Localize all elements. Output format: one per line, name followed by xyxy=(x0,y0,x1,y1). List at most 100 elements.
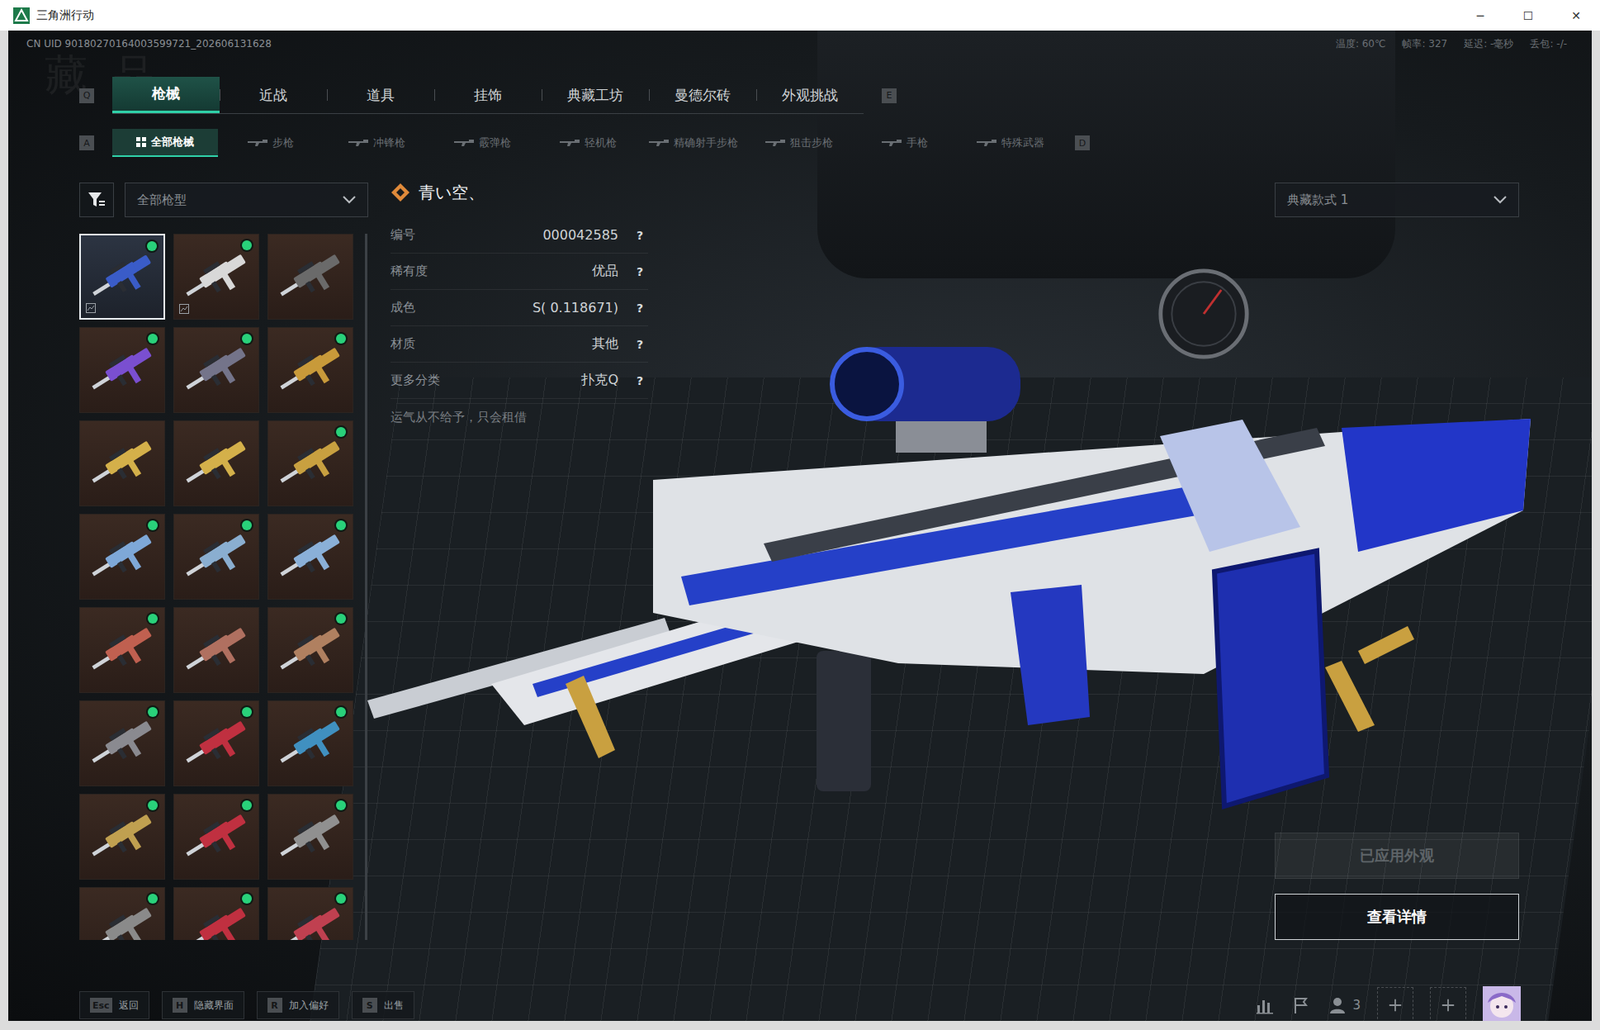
main-tab[interactable]: 挂饰 xyxy=(434,76,542,114)
skin-card[interactable] xyxy=(173,886,260,940)
gun-type-dropdown[interactable]: 全部枪型 xyxy=(124,182,369,218)
skin-card[interactable] xyxy=(173,420,260,507)
flag-icon[interactable] xyxy=(1291,994,1312,1015)
filter-icon xyxy=(86,189,107,210)
skin-card[interactable] xyxy=(79,513,166,600)
owned-dot xyxy=(147,613,158,624)
sub-tab[interactable]: 步枪 xyxy=(217,128,324,157)
help-button[interactable]: ? xyxy=(631,227,649,244)
owned-dot xyxy=(336,613,346,624)
screen: 三角洲行动 ─☐✕ 藏品 CN UID 90180270164003599721… xyxy=(0,0,1600,1030)
hint-button[interactable]: R 加入偏好 xyxy=(256,990,340,1019)
help-button[interactable]: ? xyxy=(631,372,649,389)
skin-card[interactable] xyxy=(267,886,354,940)
skin-card[interactable] xyxy=(267,513,354,600)
style-dropdown[interactable]: 典藏款式 1 xyxy=(1274,182,1520,218)
person-icon xyxy=(1327,994,1348,1015)
skin-card[interactable] xyxy=(173,606,260,693)
main-tab[interactable]: 典藏工坊 xyxy=(541,76,649,114)
owned-dot xyxy=(147,333,158,344)
skin-card[interactable] xyxy=(267,793,354,880)
skin-card[interactable] xyxy=(79,326,166,413)
grid-icon xyxy=(136,137,147,147)
skin-quote: 运气从不给予，只会租借 xyxy=(390,398,649,436)
gun-icon xyxy=(765,138,786,147)
skin-card[interactable] xyxy=(79,233,166,320)
skin-card[interactable] xyxy=(173,793,260,880)
skin-card[interactable] xyxy=(173,233,260,320)
scrollbar[interactable] xyxy=(364,233,368,940)
key-hint[interactable]: D xyxy=(1074,135,1090,151)
skin-card[interactable] xyxy=(79,700,166,786)
action-button[interactable]: 已应用外观 xyxy=(1274,832,1520,879)
friends-button[interactable]: 3 xyxy=(1327,994,1361,1015)
gun-thumbnail-icon xyxy=(271,237,350,316)
gun-icon xyxy=(559,138,580,147)
skin-card[interactable] xyxy=(79,420,166,507)
help-button[interactable]: ? xyxy=(631,336,649,353)
owned-dot xyxy=(241,706,252,717)
stat-text: 帧率: 327 xyxy=(1401,37,1448,52)
key-hint[interactable]: A xyxy=(79,135,95,151)
help-button[interactable]: ? xyxy=(631,263,649,280)
main-tab[interactable]: 枪械 xyxy=(112,76,220,114)
owned-dot xyxy=(336,426,346,437)
skin-card[interactable] xyxy=(267,420,354,507)
action-button[interactable]: 查看详情 xyxy=(1274,893,1520,940)
window-control[interactable]: ✕ xyxy=(1552,0,1600,31)
gun-icon xyxy=(648,138,669,147)
owned-dot xyxy=(336,893,346,904)
skin-card[interactable] xyxy=(79,793,166,880)
sub-tab[interactable]: 狙击步枪 xyxy=(746,128,853,157)
stat-text: 延迟: -毫秒 xyxy=(1463,37,1514,52)
sub-tab[interactable]: 霰弹枪 xyxy=(429,128,535,157)
help-button[interactable]: ? xyxy=(631,299,649,317)
key-hint[interactable]: Q xyxy=(79,88,95,104)
skin-card[interactable] xyxy=(79,886,166,940)
sub-tab[interactable]: 冲锋枪 xyxy=(323,128,430,157)
gun-icon xyxy=(976,138,997,147)
skin-card[interactable] xyxy=(173,326,260,413)
compass-icon xyxy=(1155,265,1252,362)
avatar-icon[interactable] xyxy=(1482,985,1521,1021)
skin-card[interactable] xyxy=(267,700,354,786)
skin-card[interactable] xyxy=(267,326,354,413)
main-tab[interactable]: 曼德尔砖 xyxy=(648,76,757,114)
main-tab[interactable]: 道具 xyxy=(326,76,435,114)
game-view: 藏品 CN UID 90180270164003599721_202606131… xyxy=(8,30,1592,1021)
sub-tab[interactable]: 精确射手步枪 xyxy=(640,128,747,157)
sub-tab[interactable]: 手枪 xyxy=(852,128,958,157)
gun-icon xyxy=(881,138,902,147)
stats-chart-icon[interactable] xyxy=(1254,994,1275,1015)
window-control[interactable]: ☐ xyxy=(1504,0,1553,31)
hint-button[interactable]: Esc 返回 xyxy=(79,990,150,1019)
skin-card[interactable] xyxy=(173,513,260,600)
main-tab[interactable]: 外观挑战 xyxy=(756,76,864,114)
window-control[interactable]: ─ xyxy=(1456,0,1505,31)
gun-thumbnail-icon xyxy=(177,424,256,502)
skin-card[interactable] xyxy=(267,233,354,320)
filter-button[interactable] xyxy=(79,182,114,218)
detail-row: 编号 000042585 ? xyxy=(390,217,649,254)
skin-grid xyxy=(79,233,354,940)
skin-card[interactable] xyxy=(173,700,260,786)
sub-tab[interactable]: 轻机枪 xyxy=(534,128,641,157)
detail-row: 材质 其他 ? xyxy=(390,326,649,363)
sub-tab[interactable]: 全部枪械 xyxy=(112,128,218,157)
stat-text: 丢包: -/- xyxy=(1529,37,1567,52)
main-tab[interactable]: 近战 xyxy=(219,76,327,114)
owned-dot xyxy=(336,333,346,344)
skin-name: 青い空、 xyxy=(418,183,485,202)
invite-slot[interactable] xyxy=(1377,986,1414,1021)
chevron-down-icon xyxy=(1493,195,1507,204)
hint-button[interactable]: S 出售 xyxy=(351,990,415,1019)
invite-slot[interactable] xyxy=(1429,986,1467,1021)
key-hint[interactable]: E xyxy=(881,88,897,104)
sub-tab[interactable]: 特殊武器 xyxy=(957,128,1064,157)
main-tabs: Q 枪械近战道具挂饰典藏工坊曼德尔砖外观挑战 E xyxy=(79,76,1592,114)
skin-card[interactable] xyxy=(79,606,166,693)
title-bar: 三角洲行动 ─☐✕ xyxy=(0,0,1600,31)
hint-button[interactable]: H 隐藏界面 xyxy=(161,990,245,1019)
owned-dot xyxy=(336,706,346,717)
skin-card[interactable] xyxy=(267,606,354,693)
